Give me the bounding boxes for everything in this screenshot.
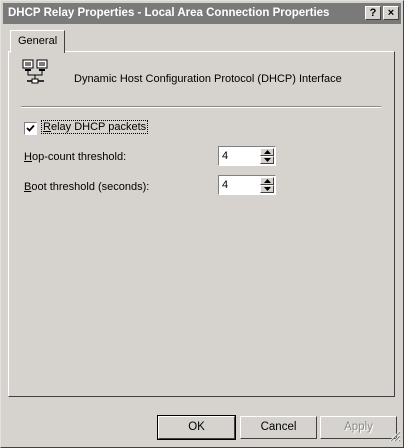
boot-threshold-down-button[interactable] [260, 185, 274, 193]
relay-dhcp-checkbox[interactable] [24, 122, 37, 135]
close-button[interactable]: × [383, 6, 399, 20]
interface-name: Dynamic Host Configuration Protocol (DHC… [74, 73, 342, 85]
hop-count-input[interactable] [222, 149, 258, 162]
hop-count-down-button[interactable] [260, 156, 274, 164]
title-bar[interactable]: DHCP Relay Properties - Local Area Conne… [3, 3, 401, 24]
ok-button[interactable]: OK [157, 415, 236, 440]
apply-button[interactable]: Apply [320, 416, 397, 439]
hop-count-label: Hop-count threshold: [24, 151, 126, 163]
boot-threshold-label-text: oot threshold (seconds): [31, 181, 150, 193]
relay-dhcp-mnemonic: R [43, 121, 51, 133]
network-connection-icon [22, 59, 50, 90]
arrow-up-icon [264, 179, 271, 183]
hop-count-spinner [218, 146, 276, 166]
boot-threshold-spinner [218, 175, 276, 195]
checkmark-icon [26, 124, 35, 132]
cancel-button[interactable]: Cancel [240, 416, 317, 439]
tab-panel-general [8, 51, 395, 397]
resize-grip-icon[interactable] [389, 430, 401, 445]
hop-count-up-button[interactable] [260, 148, 274, 156]
relay-dhcp-label[interactable]: Relay DHCP packets [40, 120, 149, 134]
tab-general-label: General [18, 35, 58, 47]
hop-count-mnemonic: H [24, 151, 32, 163]
boot-threshold-input[interactable] [222, 178, 258, 191]
help-button[interactable]: ? [365, 6, 381, 20]
window-title: DHCP Relay Properties - Local Area Conne… [8, 7, 330, 19]
arrow-down-icon [264, 187, 271, 191]
boot-threshold-label: Boot threshold (seconds): [24, 181, 149, 193]
separator [21, 106, 381, 108]
boot-threshold-up-button[interactable] [260, 177, 274, 185]
relay-dhcp-label-text: elay DHCP packets [50, 121, 147, 133]
arrow-up-icon [264, 150, 271, 154]
arrow-down-icon [264, 158, 271, 162]
tab-general[interactable]: General [10, 30, 65, 53]
dialog-window: DHCP Relay Properties - Local Area Conne… [0, 0, 404, 448]
hop-count-label-text: op-count threshold: [31, 151, 127, 163]
